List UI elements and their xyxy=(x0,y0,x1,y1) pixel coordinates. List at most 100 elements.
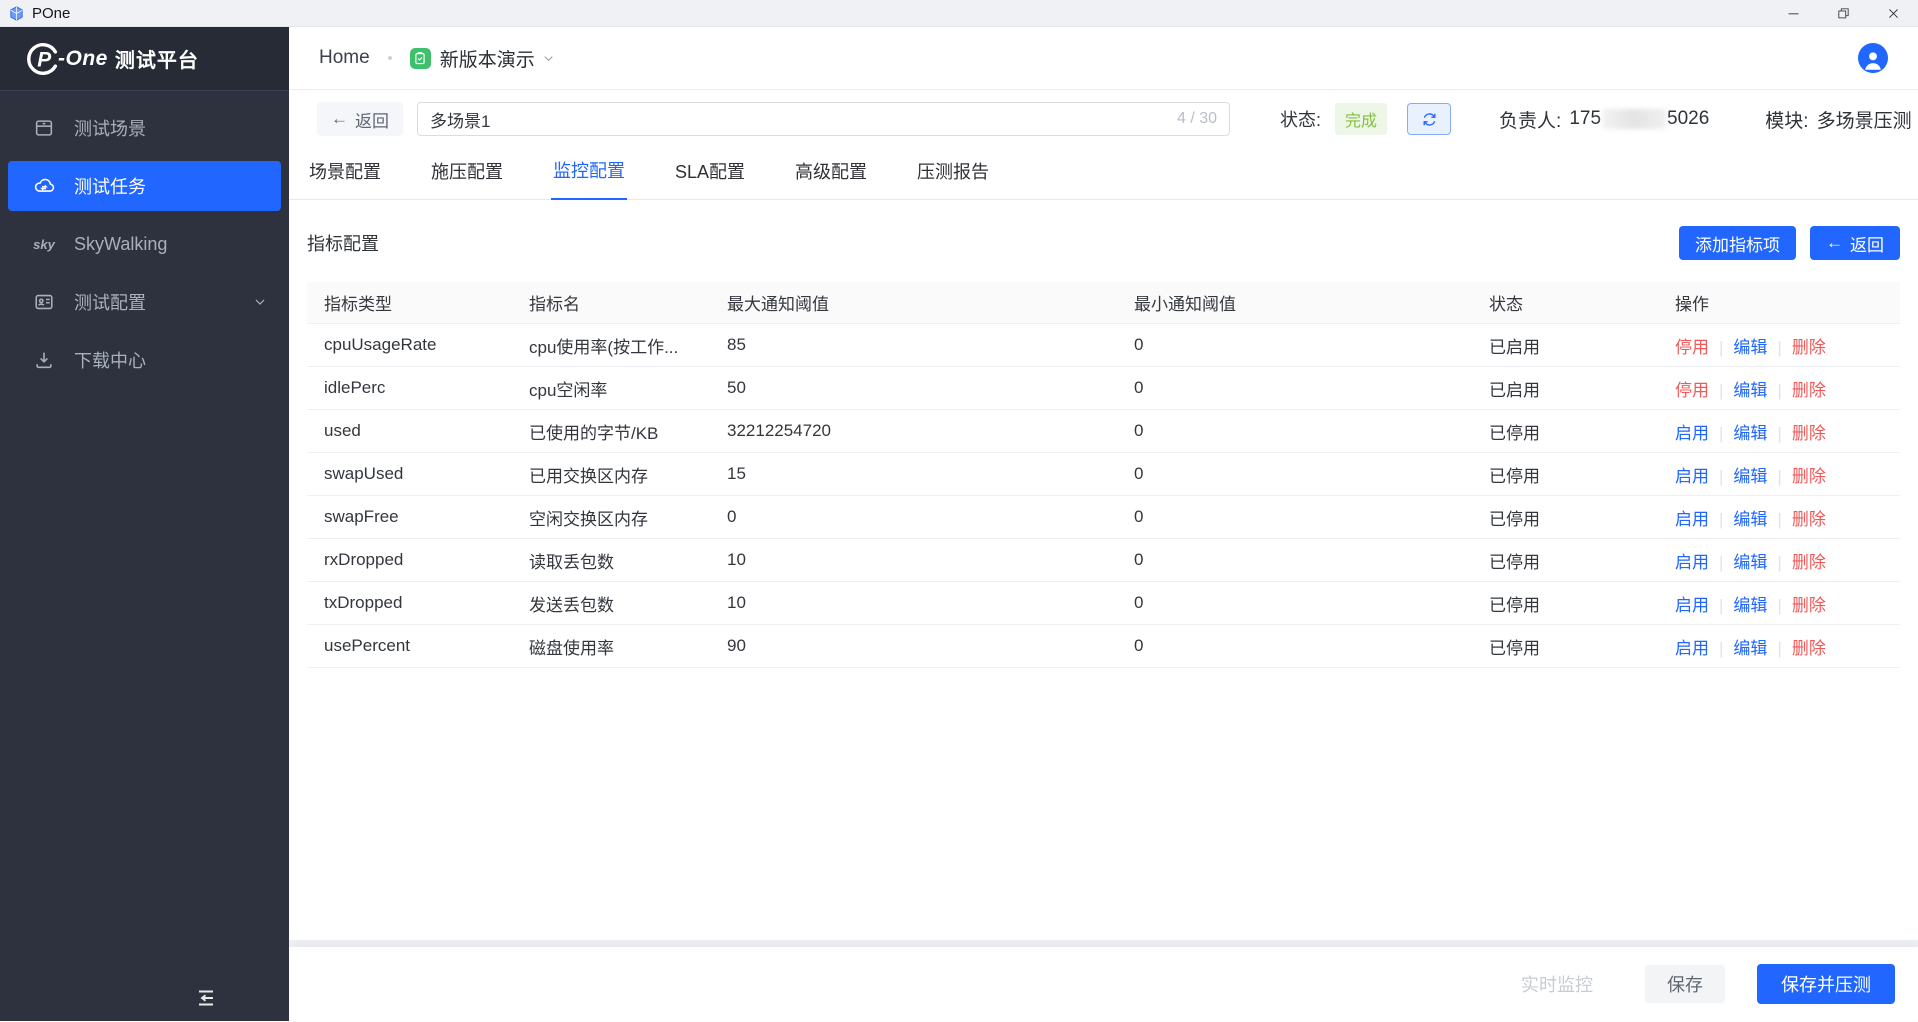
section-head: 指标配置 添加指标项 ← 返回 xyxy=(289,200,1918,282)
action-divider: | xyxy=(1719,424,1723,443)
row-action-delete[interactable]: 删除 xyxy=(1792,381,1826,400)
row-action-toggle[interactable]: 停用 xyxy=(1675,381,1709,400)
section-title: 指标配置 xyxy=(307,230,379,256)
tab-advanced-config[interactable]: 高级配置 xyxy=(793,158,869,199)
back-button[interactable]: ← 返回 xyxy=(317,102,403,136)
action-divider: | xyxy=(1719,381,1723,400)
tab-sla-config[interactable]: SLA配置 xyxy=(673,158,747,199)
project-icon xyxy=(410,48,431,69)
column-header: 指标名 xyxy=(512,290,710,315)
cell-min: 0 xyxy=(1117,593,1472,613)
row-action-edit[interactable]: 编辑 xyxy=(1733,467,1767,486)
section-back-button[interactable]: ← 返回 xyxy=(1810,226,1900,260)
scene-name-input[interactable] xyxy=(430,109,1167,129)
breadcrumb-home[interactable]: Home xyxy=(319,47,370,69)
add-metric-label: 添加指标项 xyxy=(1695,231,1780,256)
row-action-toggle[interactable]: 启用 xyxy=(1675,596,1709,615)
scene-name-field: 4 / 30 xyxy=(417,102,1230,136)
action-divider: | xyxy=(1777,424,1781,443)
cell-name: 磁盘使用率 xyxy=(512,634,710,659)
cell-status: 已停用 xyxy=(1472,462,1658,487)
owner-label: 负责人: xyxy=(1499,106,1561,133)
footer-divider xyxy=(289,940,1918,947)
logo-text-cn: 测试平台 xyxy=(115,44,199,73)
save-and-test-button[interactable]: 保存并压测 xyxy=(1757,964,1895,1004)
row-action-delete[interactable]: 删除 xyxy=(1792,553,1826,572)
cell-name: cpu使用率(按工作... xyxy=(512,333,710,358)
cell-max: 50 xyxy=(710,378,1117,398)
tab-pressure-config[interactable]: 施压配置 xyxy=(429,158,505,199)
cell-name: 空闲交换区内存 xyxy=(512,505,710,530)
cell-min: 0 xyxy=(1117,335,1472,355)
cell-max: 10 xyxy=(710,550,1117,570)
row-action-edit[interactable]: 编辑 xyxy=(1733,424,1767,443)
row-action-edit[interactable]: 编辑 xyxy=(1733,381,1767,400)
row-action-delete[interactable]: 删除 xyxy=(1792,338,1826,357)
cell-type: idlePerc xyxy=(307,378,512,398)
row-action-edit[interactable]: 编辑 xyxy=(1733,596,1767,615)
sidebar-item-download-center[interactable]: 下载中心 xyxy=(8,335,281,385)
row-action-delete[interactable]: 删除 xyxy=(1792,510,1826,529)
close-button[interactable] xyxy=(1868,0,1918,26)
cell-actions: 启用|编辑|删除 xyxy=(1658,591,1900,616)
row-action-edit[interactable]: 编辑 xyxy=(1733,639,1767,658)
realtime-monitor-button[interactable]: 实时监控 xyxy=(1521,971,1593,997)
row-action-edit[interactable]: 编辑 xyxy=(1733,553,1767,572)
sidebar-item-test-scene[interactable]: 测试场景 xyxy=(8,103,281,153)
cell-max: 90 xyxy=(710,636,1117,656)
cell-type: rxDropped xyxy=(307,550,512,570)
save-button[interactable]: 保存 xyxy=(1645,965,1725,1003)
sidebar-item-test-config[interactable]: 测试配置 xyxy=(8,277,281,327)
row-action-delete[interactable]: 删除 xyxy=(1792,639,1826,658)
table-row: idlePerccpu空闲率500已启用停用|编辑|删除 xyxy=(307,367,1900,410)
row-action-delete[interactable]: 删除 xyxy=(1792,596,1826,615)
row-action-edit[interactable]: 编辑 xyxy=(1733,510,1767,529)
user-avatar[interactable] xyxy=(1858,43,1888,73)
row-action-delete[interactable]: 删除 xyxy=(1792,424,1826,443)
sidebar-item-skywalking[interactable]: skySkyWalking xyxy=(8,219,281,269)
sidebar-collapse-button[interactable] xyxy=(193,985,219,1011)
metric-table: 指标类型指标名最大通知阈值最小通知阈值状态操作 cpuUsageRatecpu使… xyxy=(307,282,1900,668)
sidebar-item-label: 测试任务 xyxy=(74,173,146,199)
tab-monitor-config[interactable]: 监控配置 xyxy=(551,157,627,200)
cell-type: txDropped xyxy=(307,593,512,613)
add-metric-button[interactable]: 添加指标项 xyxy=(1679,226,1796,260)
tab-scene-config[interactable]: 场景配置 xyxy=(307,158,383,199)
config-tabs: 场景配置 施压配置 监控配置 SLA配置 高级配置 压测报告 xyxy=(289,148,1918,200)
row-action-toggle[interactable]: 启用 xyxy=(1675,467,1709,486)
action-divider: | xyxy=(1719,596,1723,615)
project-selector[interactable]: 新版本演示 xyxy=(440,45,555,72)
tab-test-report[interactable]: 压测报告 xyxy=(915,158,991,199)
column-header: 最大通知阈值 xyxy=(710,290,1117,315)
row-action-toggle[interactable]: 启用 xyxy=(1675,553,1709,572)
cell-status: 已停用 xyxy=(1472,634,1658,659)
column-header: 指标类型 xyxy=(307,290,512,315)
row-action-toggle[interactable]: 停用 xyxy=(1675,338,1709,357)
column-header: 状态 xyxy=(1472,290,1658,315)
table-row: usePercent磁盘使用率900已停用启用|编辑|删除 xyxy=(307,625,1900,668)
row-action-toggle[interactable]: 启用 xyxy=(1675,424,1709,443)
action-divider: | xyxy=(1777,467,1781,486)
row-action-toggle[interactable]: 启用 xyxy=(1675,510,1709,529)
minimize-button[interactable] xyxy=(1768,0,1818,26)
sidebar-menu: 测试场景测试任务 skySkyWalking 测试配置下载中心 xyxy=(0,91,289,1021)
cell-status: 已启用 xyxy=(1472,333,1658,358)
cell-max: 85 xyxy=(710,335,1117,355)
cell-actions: 启用|编辑|删除 xyxy=(1658,548,1900,573)
row-action-edit[interactable]: 编辑 xyxy=(1733,338,1767,357)
cell-name: cpu空闲率 xyxy=(512,376,710,401)
cell-status: 已停用 xyxy=(1472,591,1658,616)
svg-text:P: P xyxy=(37,48,51,71)
section-back-label: 返回 xyxy=(1850,231,1884,256)
row-action-toggle[interactable]: 启用 xyxy=(1675,639,1709,658)
task-icon xyxy=(32,174,56,198)
action-divider: | xyxy=(1777,639,1781,658)
refresh-status-button[interactable] xyxy=(1407,103,1451,135)
module-label: 模块: xyxy=(1765,106,1808,133)
sidebar-item-test-task[interactable]: 测试任务 xyxy=(8,161,281,211)
restore-button[interactable] xyxy=(1818,0,1868,26)
cell-max: 10 xyxy=(710,593,1117,613)
action-divider: | xyxy=(1777,381,1781,400)
row-action-delete[interactable]: 删除 xyxy=(1792,467,1826,486)
menu-fold-icon xyxy=(194,986,218,1010)
